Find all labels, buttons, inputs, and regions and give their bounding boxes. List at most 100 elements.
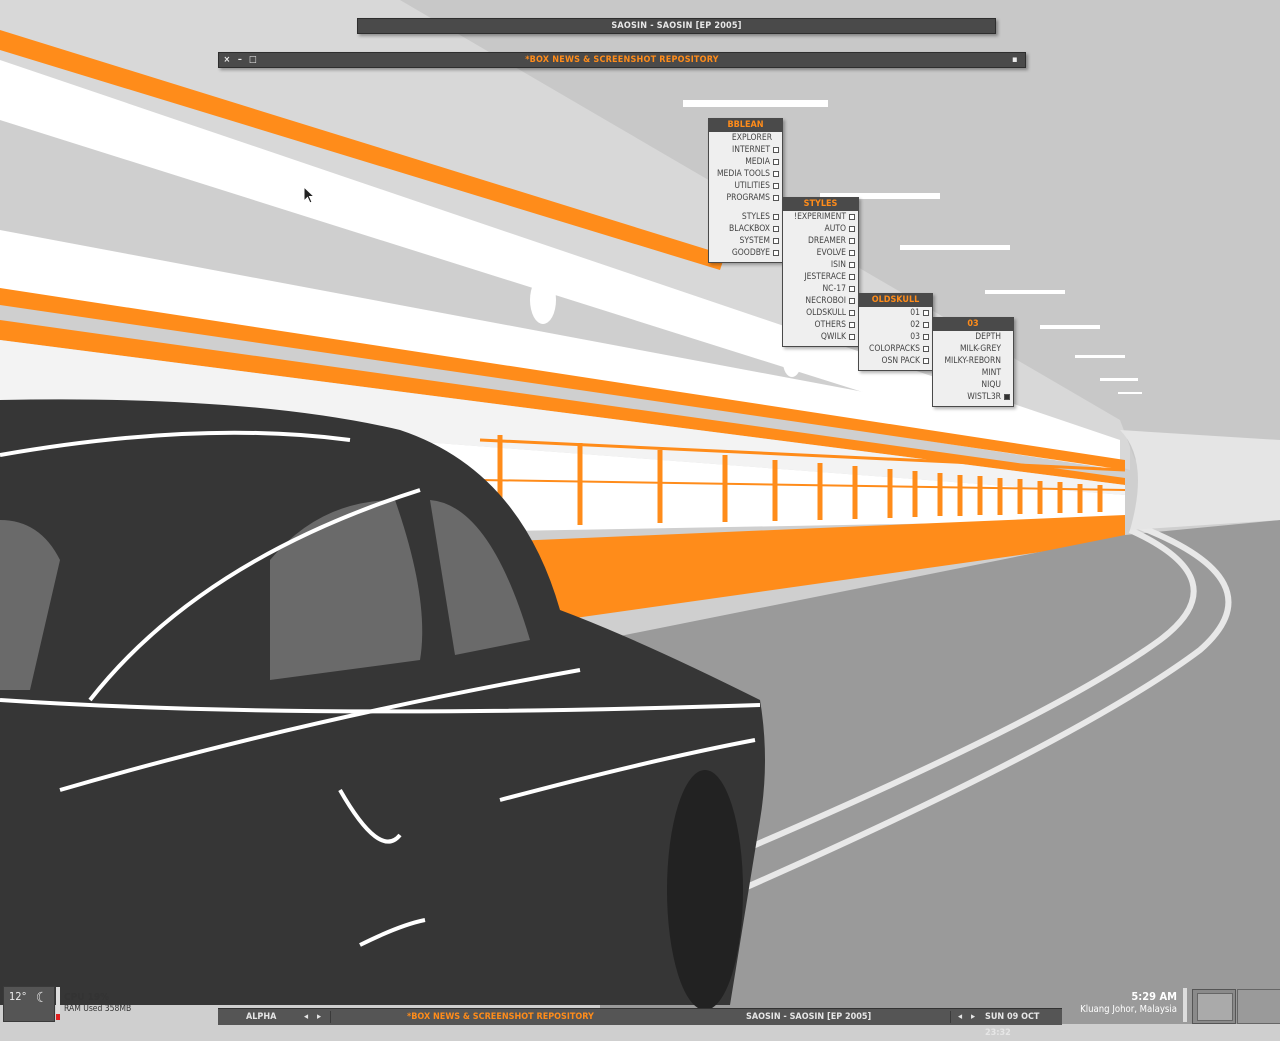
moon-icon: ☾ — [36, 990, 48, 1006]
menu-item-media[interactable]: MEDIA — [709, 156, 782, 168]
divider — [950, 1011, 951, 1023]
menu-bblean: BBLEAN EXPLORER INTERNET MEDIA MEDIA TOO… — [708, 118, 783, 263]
submenu-arrow-icon — [849, 226, 855, 232]
menu-item-system[interactable]: SYSTEM — [709, 235, 782, 247]
menu-title: 03 — [933, 318, 1013, 331]
menu-item-isin[interactable]: ISIN — [783, 259, 858, 271]
submenu-arrow-icon — [773, 250, 779, 256]
maximize-icon[interactable]: □ — [247, 53, 259, 67]
submenu-arrow-icon — [923, 358, 929, 364]
cpu-meter-fill — [56, 1014, 60, 1020]
cpu-usage: CPU 19% — [64, 992, 110, 1003]
menu-separator — [709, 204, 782, 211]
submenu-arrow-icon — [773, 238, 779, 244]
workspace-next-icon[interactable]: ▸ — [317, 1009, 321, 1025]
submenu-arrow-icon — [849, 214, 855, 220]
submenu-arrow-icon — [849, 310, 855, 316]
menu-item-qwilk[interactable]: QWILK — [783, 331, 858, 343]
divider — [330, 1011, 331, 1023]
submenu-arrow-icon — [773, 159, 779, 165]
submenu-arrow-icon — [773, 195, 779, 201]
close-icon[interactable]: × — [221, 53, 233, 67]
submenu-arrow-icon — [773, 147, 779, 153]
submenu-arrow-icon — [849, 274, 855, 280]
submenu-arrow-icon — [849, 262, 855, 268]
menu-item-necroboi[interactable]: NECROBOI — [783, 295, 858, 307]
menu-item-03[interactable]: 03 — [859, 331, 932, 343]
submenu-arrow-icon — [773, 171, 779, 177]
ram-usage: RAM Used 358MB — [64, 1004, 132, 1014]
menu-item-styles[interactable]: STYLES — [709, 211, 782, 223]
minimize-icon[interactable]: – — [234, 53, 246, 67]
desktop-wallpaper — [0, 0, 1280, 1024]
menu-item-02[interactable]: 02 — [859, 319, 932, 331]
temperature: 12° — [9, 990, 27, 1003]
submenu-arrow-icon — [849, 298, 855, 304]
window-title: *BOX NEWS & SCREENSHOT REPOSITORY — [525, 55, 719, 65]
menu-item-osn-pack[interactable]: OSN PACK — [859, 355, 932, 367]
menu-item-milk-grey[interactable]: MILK-GREY — [933, 343, 1013, 355]
submenu-arrow-icon — [773, 183, 779, 189]
taskbar-clock: SUN 09 OCT 23:32 — [985, 1012, 1040, 1038]
menu-item-oldskull[interactable]: OLDSKULL — [783, 307, 858, 319]
clock-time: 5:29 AM — [1131, 990, 1177, 1003]
menu-item-jesterace[interactable]: JESTERACE — [783, 271, 858, 283]
menu-item-media-tools[interactable]: MEDIA TOOLS — [709, 168, 782, 180]
workspace-label[interactable]: ALPHA — [246, 1009, 276, 1025]
menu-item-milky-reborn[interactable]: MILKY-REBORN — [933, 355, 1013, 367]
menu-item-niqu[interactable]: NIQU — [933, 379, 1013, 391]
menu-item-experiment[interactable]: !EXPERIMENT — [783, 211, 858, 223]
menu-oldskull: OLDSKULL 01 02 03 COLORPACKS OSN PACK — [858, 293, 933, 371]
menu-item-auto[interactable]: AUTO — [783, 223, 858, 235]
window-titlebar-saosin[interactable]: SAOSIN - SAOSIN [EP 2005] — [357, 18, 996, 34]
window-titlebar-boxnews[interactable]: × – □ *BOX NEWS & SCREENSHOT REPOSITORY … — [218, 52, 1026, 68]
submenu-arrow-icon — [849, 238, 855, 244]
submenu-arrow-icon — [773, 214, 779, 220]
submenu-arrow-icon — [849, 334, 855, 340]
window-title: SAOSIN - SAOSIN [EP 2005] — [611, 21, 742, 31]
menu-item-nc-17[interactable]: NC-17 — [783, 283, 858, 295]
menu-item-blackbox[interactable]: BLACKBOX — [709, 223, 782, 235]
submenu-arrow-icon — [923, 322, 929, 328]
meter-bar — [1183, 988, 1187, 1022]
menu-item-evolve[interactable]: EVOLVE — [783, 247, 858, 259]
weather-widget: 12° ☾ — [3, 986, 55, 1022]
menu-item-01[interactable]: 01 — [859, 307, 932, 319]
task-prev-icon[interactable]: ◂ — [958, 1009, 962, 1025]
desktop-pager-2[interactable] — [1237, 989, 1280, 1024]
pin-icon[interactable]: ▪ — [1009, 53, 1021, 67]
submenu-arrow-icon — [923, 334, 929, 340]
submenu-arrow-icon — [849, 250, 855, 256]
desktop-pager-1[interactable] — [1192, 989, 1236, 1024]
menu-item-colorpacks[interactable]: COLORPACKS — [859, 343, 932, 355]
task-saosin[interactable]: SAOSIN - SAOSIN [EP 2005] — [746, 1009, 871, 1025]
pager-window-thumbnail — [1197, 993, 1233, 1021]
menu-item-wistl3r[interactable]: WISTL3R — [933, 391, 1013, 403]
menu-title: STYLES — [783, 198, 858, 211]
menu-item-goodbye[interactable]: GOODBYE — [709, 247, 782, 259]
task-boxnews[interactable]: *BOX NEWS & SCREENSHOT REPOSITORY — [407, 1009, 594, 1025]
menu-title: OLDSKULL — [859, 294, 932, 307]
menu-title: BBLEAN — [709, 119, 782, 132]
submenu-arrow-icon — [849, 322, 855, 328]
checked-box-icon — [1004, 394, 1010, 400]
menu-item-depth[interactable]: DEPTH — [933, 331, 1013, 343]
menu-item-explorer[interactable]: EXPLORER — [709, 132, 782, 144]
mouse-cursor-icon — [303, 186, 316, 204]
weather-location: Kluang Johor, Malaysia — [1080, 1004, 1177, 1015]
menu-item-dreamer[interactable]: DREAMER — [783, 235, 858, 247]
task-next-icon[interactable]: ▸ — [971, 1009, 975, 1025]
submenu-arrow-icon — [923, 346, 929, 352]
submenu-arrow-icon — [923, 310, 929, 316]
menu-styles: STYLES !EXPERIMENT AUTO DREAMER EVOLVE I… — [782, 197, 859, 347]
menu-item-internet[interactable]: INTERNET — [709, 144, 782, 156]
menu-item-utilities[interactable]: UTILITIES — [709, 180, 782, 192]
submenu-arrow-icon — [773, 226, 779, 232]
workspace-prev-icon[interactable]: ◂ — [304, 1009, 308, 1025]
taskbar: ALPHA ◂ ▸ *BOX NEWS & SCREENSHOT REPOSIT… — [218, 1008, 1062, 1038]
menu-item-programs[interactable]: PROGRAMS — [709, 192, 782, 204]
menu-item-others[interactable]: OTHERS — [783, 319, 858, 331]
menu-03: 03 DEPTH MILK-GREY MILKY-REBORN MINT NIQ… — [932, 317, 1014, 407]
menu-item-mint[interactable]: MINT — [933, 367, 1013, 379]
submenu-arrow-icon — [849, 286, 855, 292]
